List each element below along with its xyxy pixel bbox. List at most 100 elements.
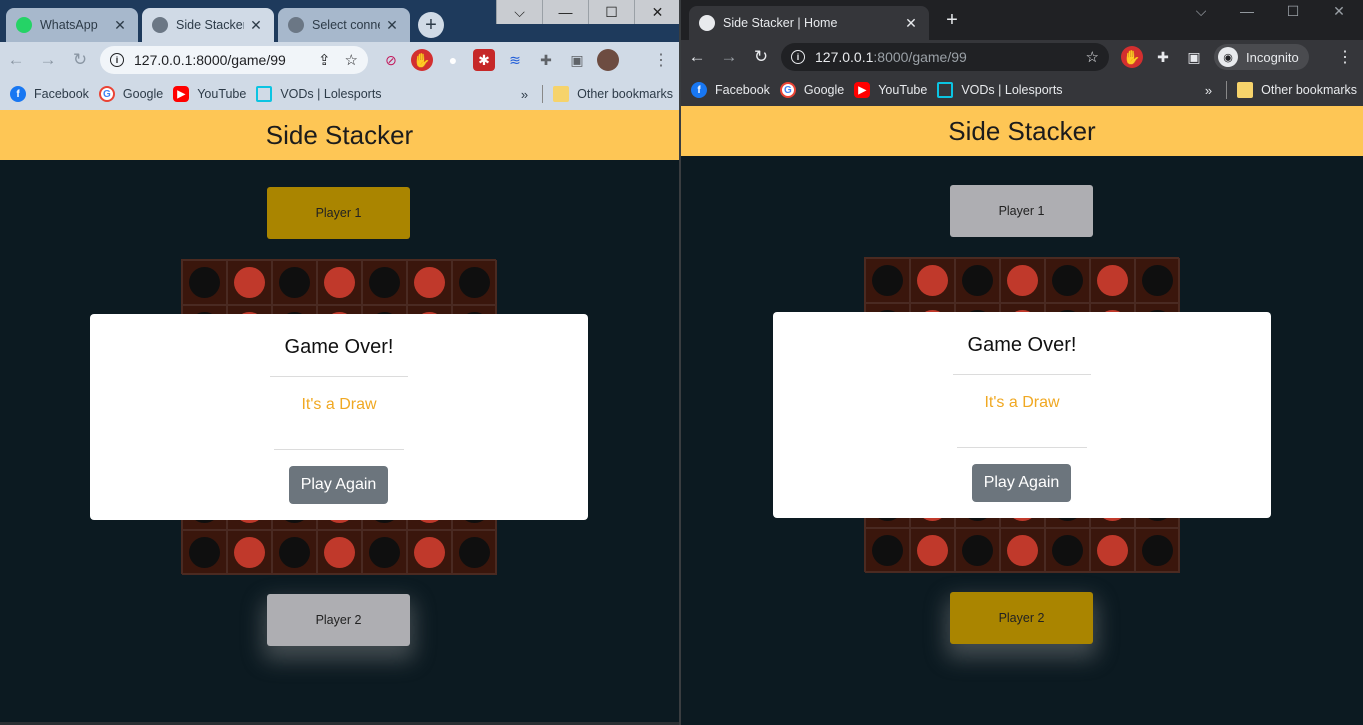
tab-label: Side Stacker | Home	[723, 16, 838, 30]
board-cell[interactable]	[1135, 258, 1180, 303]
player1-button[interactable]: Player 1	[267, 187, 410, 239]
board-cell[interactable]	[362, 260, 407, 305]
bookmark-google[interactable]: G Google	[98, 86, 164, 102]
board-cell[interactable]	[955, 258, 1000, 303]
board-cell[interactable]	[1000, 258, 1045, 303]
close-tab-icon[interactable]: ✕	[248, 17, 264, 34]
board-cell[interactable]	[182, 260, 227, 305]
bookmark-label: VODs | Lolesports	[280, 87, 382, 101]
board-cell[interactable]	[1045, 528, 1090, 573]
bookmark-label: Google	[122, 87, 164, 101]
address-bar[interactable]: i 127.0.0.1:8000/game/99 ☆	[781, 43, 1109, 71]
board-cell[interactable]	[407, 530, 452, 575]
board-cell[interactable]	[910, 528, 955, 573]
new-tab-button[interactable]: +	[418, 12, 444, 38]
tab-side-stacker[interactable]: Side Stacker | Home ✕	[142, 8, 274, 42]
media-control-icon[interactable]: ▣	[566, 49, 588, 71]
board-cell[interactable]	[452, 260, 497, 305]
board-cell[interactable]	[1090, 528, 1135, 573]
bookmark-facebook[interactable]: f Facebook	[10, 86, 89, 102]
divider	[1226, 81, 1228, 99]
close-tab-icon[interactable]: ✕	[384, 17, 400, 34]
player2-button[interactable]: Player 2	[950, 592, 1093, 644]
new-tab-button[interactable]: +	[939, 7, 965, 33]
bookmark-facebook[interactable]: f Facebook	[691, 82, 770, 98]
adblock-extension-icon[interactable]: ✋	[411, 49, 433, 71]
board-cell[interactable]	[362, 530, 407, 575]
divider	[957, 447, 1087, 448]
extensions-icon[interactable]: ✚	[1152, 46, 1174, 68]
address-bar[interactable]: i 127.0.0.1:8000/game/99 ⇪ ☆	[100, 46, 368, 74]
board-cell[interactable]	[407, 260, 452, 305]
board-cell[interactable]	[317, 530, 362, 575]
layers-extension-icon[interactable]: ≋	[504, 49, 526, 71]
board-cell[interactable]	[1000, 528, 1045, 573]
close-window-icon[interactable]: ✕	[1316, 0, 1362, 22]
bookmark-lolesports[interactable]: VODs | Lolesports	[937, 82, 1063, 98]
more-menu-icon[interactable]: ⋮	[1337, 47, 1353, 67]
tab-search-icon[interactable]: ⌵	[1178, 0, 1224, 22]
minimize-icon[interactable]: —	[1224, 0, 1270, 22]
chevron-double-right-icon[interactable]: »	[1205, 83, 1212, 98]
bookmark-star-icon[interactable]: ☆	[345, 51, 358, 69]
google-icon: G	[779, 82, 796, 98]
media-control-icon[interactable]: ▣	[1183, 46, 1205, 68]
close-tab-icon[interactable]: ✕	[112, 17, 128, 34]
board-cell[interactable]	[452, 530, 497, 575]
play-again-button[interactable]: Play Again	[972, 464, 1071, 502]
tab-search-icon[interactable]: ⌵	[496, 0, 542, 24]
board-cell[interactable]	[1135, 528, 1180, 573]
board-cell[interactable]	[865, 258, 910, 303]
block-extension-icon[interactable]: ⊘	[380, 49, 402, 71]
forward-icon[interactable]: →	[713, 47, 745, 67]
board-cell[interactable]	[182, 530, 227, 575]
forward-icon[interactable]: →	[32, 50, 64, 70]
extensions-icon[interactable]: ✚	[535, 49, 557, 71]
chevron-double-right-icon[interactable]: »	[521, 87, 528, 102]
tab-select-connect[interactable]: Select connect ✕	[278, 8, 410, 42]
board-cell[interactable]	[865, 528, 910, 573]
divider	[542, 85, 544, 103]
bookmark-star-icon[interactable]: ☆	[1086, 48, 1099, 66]
bookmark-youtube[interactable]: ▶ YouTube	[854, 82, 927, 98]
other-bookmarks[interactable]: Other bookmarks	[1237, 82, 1357, 98]
back-icon[interactable]: ←	[0, 50, 32, 70]
bookmark-lolesports[interactable]: VODs | Lolesports	[256, 86, 382, 102]
more-menu-icon[interactable]: ⋮	[653, 50, 669, 70]
share-icon[interactable]: ⇪	[318, 51, 331, 69]
bookmark-google[interactable]: G Google	[779, 82, 844, 98]
tab-side-stacker[interactable]: Side Stacker | Home ✕	[689, 6, 929, 40]
player1-button[interactable]: Player 1	[950, 185, 1093, 237]
board-cell[interactable]	[272, 530, 317, 575]
board-cell[interactable]	[227, 530, 272, 575]
board-cell[interactable]	[1045, 258, 1090, 303]
profile-avatar[interactable]	[597, 49, 619, 71]
black-disc	[1052, 535, 1083, 566]
board-cell[interactable]	[227, 260, 272, 305]
board-cell[interactable]	[955, 528, 1000, 573]
board-cell[interactable]	[1090, 258, 1135, 303]
minimize-icon[interactable]: —	[542, 0, 588, 24]
site-info-icon[interactable]: i	[791, 50, 805, 64]
bug-extension-icon[interactable]: ✱	[473, 49, 495, 71]
adblock-extension-icon[interactable]: ✋	[1121, 46, 1143, 68]
maximize-icon[interactable]: ☐	[1270, 0, 1316, 22]
player2-button[interactable]: Player 2	[267, 594, 410, 646]
back-icon[interactable]: ←	[681, 47, 713, 67]
other-bookmarks[interactable]: Other bookmarks	[553, 86, 673, 102]
toolbar: ← → ↻ i 127.0.0.1:8000/game/99 ☆ ✋ ✚ ▣ ◉…	[681, 40, 1363, 74]
bookmark-youtube[interactable]: ▶ YouTube	[173, 86, 246, 102]
board-cell[interactable]	[317, 260, 362, 305]
tab-whatsapp[interactable]: WhatsApp ✕	[6, 8, 138, 42]
board-cell[interactable]	[910, 258, 955, 303]
board-cell[interactable]	[272, 260, 317, 305]
incognito-badge[interactable]: ◉ Incognito	[1214, 44, 1309, 70]
bulb-extension-icon[interactable]: ●	[442, 49, 464, 71]
close-window-icon[interactable]: ✕	[634, 0, 679, 24]
reload-icon[interactable]: ↻	[64, 50, 96, 70]
close-tab-icon[interactable]: ✕	[903, 15, 919, 32]
site-info-icon[interactable]: i	[110, 53, 124, 67]
play-again-button[interactable]: Play Again	[289, 466, 388, 504]
reload-icon[interactable]: ↻	[745, 47, 777, 67]
maximize-icon[interactable]: ☐	[588, 0, 634, 24]
